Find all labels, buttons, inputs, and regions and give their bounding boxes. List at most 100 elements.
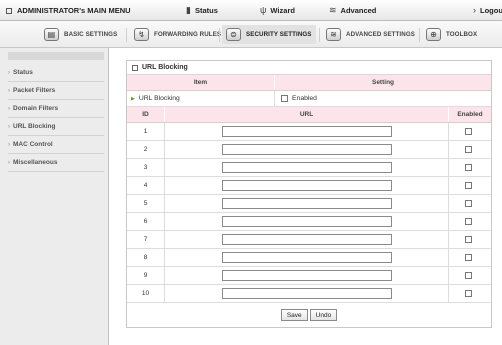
sidebar-item-url-blocking[interactable]: › URL Blocking <box>8 118 104 136</box>
url-input[interactable] <box>221 180 392 191</box>
table-row: 8 <box>127 249 491 267</box>
url-blocking-label-text: URL Blocking <box>138 95 180 102</box>
sidebar-item-label: Status <box>13 69 33 76</box>
row-enabled-checkbox[interactable] <box>464 236 472 243</box>
url-input[interactable] <box>221 144 392 155</box>
enabled-cell <box>449 159 491 176</box>
url-input[interactable] <box>221 198 392 209</box>
chevron-right-icon: › <box>8 123 10 130</box>
url-blocking-setting-row: ▶ URL Blocking Enabled <box>127 91 491 107</box>
setting-header: Setting <box>371 79 395 86</box>
tab-security-settings[interactable]: ⊜ SECURITY SETTINGS <box>222 25 316 44</box>
tab-divider <box>219 28 220 42</box>
url-input[interactable] <box>221 126 392 137</box>
enabled-cell <box>449 195 491 212</box>
item-setting-header: Item Setting <box>127 75 491 91</box>
tab-toolbox[interactable]: ⊕ TOOLBOX <box>422 25 481 44</box>
url-column-header: URL <box>165 107 449 122</box>
chevron-right-icon: › <box>8 105 10 112</box>
sidebar-item-mac-control[interactable]: › MAC Control <box>8 136 104 154</box>
button-bar: Save Undo <box>127 303 491 327</box>
table-row: 3 <box>127 159 491 177</box>
tab-basic-settings[interactable]: ▤ BASIC SETTINGS <box>40 25 121 44</box>
tab-advanced-settings-label: ADVANCED SETTINGS <box>346 31 415 38</box>
toolbox-icon: ⊕ <box>426 28 441 41</box>
save-button[interactable]: Save <box>280 309 308 321</box>
table-row: 2 <box>127 141 491 159</box>
table-row: 1 <box>127 123 491 141</box>
panel-title-text: URL Blocking <box>142 64 188 71</box>
row-enabled-checkbox[interactable] <box>464 128 472 135</box>
sidebar-item-miscellaneous[interactable]: › Miscellaneous <box>8 154 104 172</box>
wizard-link[interactable]: ψ Wizard <box>260 5 295 15</box>
sidebar-item-domain-filters[interactable]: › Domain Filters <box>8 100 104 118</box>
tab-forwarding-rules[interactable]: ↯ FORWARDING RULES <box>130 25 225 44</box>
row-id: 4 <box>127 177 165 194</box>
row-enabled-checkbox[interactable] <box>464 164 472 171</box>
status-link[interactable]: ▮ Status <box>186 5 218 16</box>
row-id: 6 <box>127 213 165 230</box>
url-blocking-enable: Enabled <box>275 91 317 106</box>
sidebar-item-label: Miscellaneous <box>13 159 58 166</box>
url-cell <box>165 267 449 284</box>
enabled-cell <box>449 213 491 230</box>
sidebar: › Status › Packet Filters › Domain Filte… <box>0 48 109 345</box>
enabled-cell <box>449 249 491 266</box>
main-menu-title-text: ADMINISTRATOR's MAIN MENU <box>17 6 131 15</box>
url-input[interactable] <box>221 252 392 263</box>
row-id: 10 <box>127 285 165 302</box>
row-enabled-checkbox[interactable] <box>464 218 472 225</box>
chevron-right-icon: › <box>8 159 10 166</box>
url-cell <box>165 195 449 212</box>
tab-advanced-settings[interactable]: ≋ ADVANCED SETTINGS <box>322 25 419 44</box>
tab-basic-settings-label: BASIC SETTINGS <box>64 31 118 38</box>
url-input[interactable] <box>221 216 392 227</box>
row-enabled-checkbox[interactable] <box>464 272 472 279</box>
url-input[interactable] <box>221 162 392 173</box>
row-id: 5 <box>127 195 165 212</box>
enabled-cell <box>449 285 491 302</box>
row-enabled-checkbox[interactable] <box>464 200 472 207</box>
enabled-cell <box>449 231 491 248</box>
basic-settings-icon: ▤ <box>44 28 59 41</box>
panel-icon <box>132 64 138 71</box>
table-row: 10 <box>127 285 491 303</box>
chevron-right-icon: › <box>8 69 10 76</box>
row-enabled-checkbox[interactable] <box>464 290 472 297</box>
table-row: 9 <box>127 267 491 285</box>
row-id: 3 <box>127 159 165 176</box>
window-icon <box>6 7 12 14</box>
wizard-label: Wizard <box>270 5 295 15</box>
wizard-icon: ψ <box>260 5 267 15</box>
row-enabled-checkbox[interactable] <box>464 254 472 261</box>
advanced-link[interactable]: ≋ Advanced <box>329 5 376 16</box>
url-input[interactable] <box>221 270 392 281</box>
sidebar-item-status[interactable]: › Status <box>8 64 104 82</box>
enabled-cell <box>449 141 491 158</box>
url-input[interactable] <box>221 234 392 245</box>
url-blocking-enabled-checkbox[interactable] <box>281 95 288 102</box>
url-table-header: ID URL Enabled <box>127 107 491 123</box>
sidebar-header-strip <box>8 52 104 60</box>
forwarding-rules-icon: ↯ <box>134 28 149 41</box>
tab-security-settings-label: SECURITY SETTINGS <box>246 31 312 38</box>
url-input[interactable] <box>221 288 392 299</box>
row-enabled-checkbox[interactable] <box>464 146 472 153</box>
logout-link[interactable]: › Logout <box>473 5 502 15</box>
chevron-right-icon: › <box>8 87 10 94</box>
url-cell <box>165 141 449 158</box>
url-table-body: 1 2 3 4 5 6 7 8 9 10 <box>127 123 491 303</box>
row-id: 7 <box>127 231 165 248</box>
url-cell <box>165 159 449 176</box>
enabled-cell <box>449 123 491 140</box>
sidebar-item-packet-filters[interactable]: › Packet Filters <box>8 82 104 100</box>
tab-toolbox-label: TOOLBOX <box>446 31 478 38</box>
sidebar-item-label: MAC Control <box>13 141 53 148</box>
id-column-header: ID <box>127 107 165 122</box>
enabled-column-header: Enabled <box>457 111 483 118</box>
undo-button[interactable]: Undo <box>309 309 338 321</box>
advanced-label: Advanced <box>340 6 377 15</box>
sidebar-item-label: Domain Filters <box>13 105 59 112</box>
row-enabled-checkbox[interactable] <box>464 182 472 189</box>
table-row: 4 <box>127 177 491 195</box>
